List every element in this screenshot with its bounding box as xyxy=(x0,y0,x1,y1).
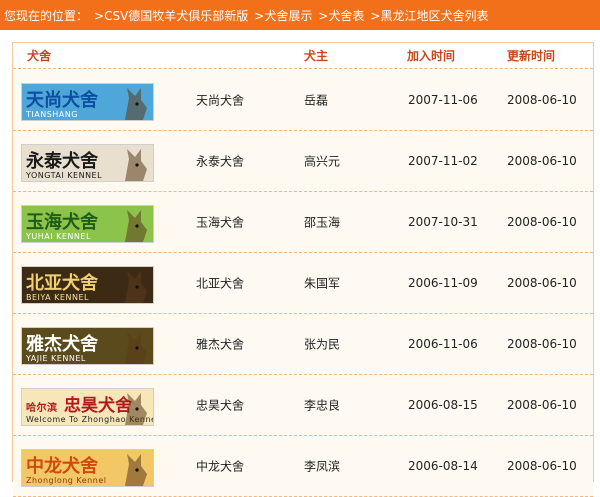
kennel-banner-link[interactable]: 天尚犬舍 TIANSHANG xyxy=(21,83,154,121)
breadcrumb: 您现在的位置： >CSV德国牧羊犬俱乐部新版 >犬舍展示 >犬舍表 >黑龙江地区… xyxy=(0,0,600,30)
kennel-banner-link[interactable]: 玉海犬舍 YUHAI KENNEL xyxy=(21,205,154,243)
banner-subtitle: TIANSHANG xyxy=(26,110,78,119)
banner-title: 永泰犬舍 xyxy=(26,151,98,172)
joined-date: 2006-08-15 xyxy=(408,398,478,412)
updated-date: 2008-06-10 xyxy=(507,398,577,412)
kennel-name: 中龙犬舍 xyxy=(196,459,245,474)
table-row: 天尚犬舍 TIANSHANG 天尚犬舍 岳磊 2007-11-06 2008-06-10 xyxy=(13,70,593,131)
banner-subtitle: YAJIE KENNEL xyxy=(26,354,86,363)
updated-date: 2008-06-10 xyxy=(507,459,577,473)
table-row: 雅杰犬舍 YAJIE KENNEL 雅杰犬舍 张为民 2006-11-06 2008-06… xyxy=(13,314,593,375)
updated-date: 2008-06-10 xyxy=(507,93,577,107)
banner-subtitle: BEIYA KENNEL xyxy=(26,293,89,302)
kennel-owner: 李忠良 xyxy=(304,398,341,413)
joined-date: 2007-10-31 xyxy=(408,215,478,229)
kennel-name: 北亚犬舍 xyxy=(196,276,245,291)
kennel-name: 永泰犬舍 xyxy=(196,154,245,169)
kennel-banner-link[interactable]: 中龙犬舍 Zhonglong Kennel xyxy=(21,449,154,487)
updated-date: 2008-06-10 xyxy=(507,337,577,351)
updated-date: 2008-06-10 xyxy=(507,276,577,290)
header-kennel: 犬舍 xyxy=(27,49,52,63)
banner-subtitle: Zhonglong Kennel xyxy=(26,476,107,485)
banner-title: 天尚犬舍 xyxy=(26,90,98,111)
kennel-banner-link[interactable]: 哈尔滨 忠昊犬舍 Welcome To Zhonghao Kennel xyxy=(21,388,154,426)
kennel-owner: 朱国军 xyxy=(304,276,341,291)
kennel-owner: 邵玉海 xyxy=(304,215,341,230)
header-updated: 更新时间 xyxy=(507,49,556,63)
kennel-name: 天尚犬舍 xyxy=(196,93,245,108)
kennel-banner-link[interactable]: 永泰犬舍 YONGTAI KENNEL xyxy=(21,144,154,182)
kennel-owner: 李凤滨 xyxy=(304,459,341,474)
breadcrumb-prefix: 您现在的位置： xyxy=(4,8,89,23)
banner-title: 北亚犬舍 xyxy=(26,273,98,294)
kennel-banner-link[interactable]: 北亚犬舍 BEIYA KENNEL xyxy=(21,266,154,304)
breadcrumb-link-kennel-show[interactable]: >犬舍展示 xyxy=(254,7,312,24)
dog-head-icon xyxy=(125,149,147,181)
table-header: 犬舍 犬主 加入时间 更新时间 xyxy=(13,43,593,69)
dog-head-icon xyxy=(125,332,147,364)
kennel-name: 雅杰犬舍 xyxy=(196,337,245,352)
joined-date: 2007-11-02 xyxy=(408,154,478,168)
table-row: 玉海犬舍 YUHAI KENNEL 玉海犬舍 邵玉海 2007-10-31 2008-06… xyxy=(13,192,593,253)
joined-date: 2007-11-06 xyxy=(408,93,478,107)
banner-subtitle: YONGTAI KENNEL xyxy=(26,171,103,180)
kennel-name: 玉海犬舍 xyxy=(196,215,245,230)
banner-title: 中龙犬舍 xyxy=(26,456,98,477)
dog-head-icon xyxy=(125,393,147,425)
kennel-banner-link[interactable]: 雅杰犬舍 YAJIE KENNEL xyxy=(21,327,154,365)
breadcrumb-current: >黑龙江地区犬舍列表 xyxy=(370,8,489,23)
kennel-name: 忠昊犬舍 xyxy=(196,398,245,413)
dog-head-icon xyxy=(125,210,147,242)
dog-head-icon xyxy=(125,88,147,120)
updated-date: 2008-06-10 xyxy=(507,154,577,168)
kennel-owner: 张为民 xyxy=(304,337,341,352)
header-owner: 犬主 xyxy=(304,49,329,63)
table-row: 中龙犬舍 Zhonglong Kennel 中龙犬舍 李凤滨 2006-08-14 200… xyxy=(13,436,593,497)
joined-date: 2006-08-14 xyxy=(408,459,478,473)
joined-date: 2006-11-09 xyxy=(408,276,478,290)
joined-date: 2006-11-06 xyxy=(408,337,478,351)
breadcrumb-link-home[interactable]: >CSV德国牧羊犬俱乐部新版 xyxy=(94,7,248,24)
updated-date: 2008-06-10 xyxy=(507,215,577,229)
banner-title: 雅杰犬舍 xyxy=(26,334,98,355)
kennel-owner: 岳磊 xyxy=(304,93,329,108)
banner-title: 玉海犬舍 xyxy=(26,212,98,233)
dog-head-icon xyxy=(125,271,147,303)
table-row: 哈尔滨 忠昊犬舍 Welcome To Zhonghao Kennel 忠昊犬舍 李忠良… xyxy=(13,375,593,436)
banner-prefix: 哈尔滨 xyxy=(26,403,58,414)
table-row: 永泰犬舍 YONGTAI KENNEL 永泰犬舍 高兴元 2007-11-02 2008-… xyxy=(13,131,593,192)
kennel-table: 犬舍 犬主 加入时间 更新时间 天尚犬舍 TIANSHANG 天尚犬舍 岳磊 2007-… xyxy=(12,43,594,497)
dog-head-icon xyxy=(125,454,147,486)
header-joined: 加入时间 xyxy=(407,49,456,63)
breadcrumb-link-kennel-table[interactable]: >犬舍表 xyxy=(318,7,364,24)
banner-subtitle: YUHAI KENNEL xyxy=(26,232,91,241)
table-row: 北亚犬舍 BEIYA KENNEL 北亚犬舍 朱国军 2006-11-09 2008-06… xyxy=(13,253,593,314)
kennel-owner: 高兴元 xyxy=(304,154,341,169)
